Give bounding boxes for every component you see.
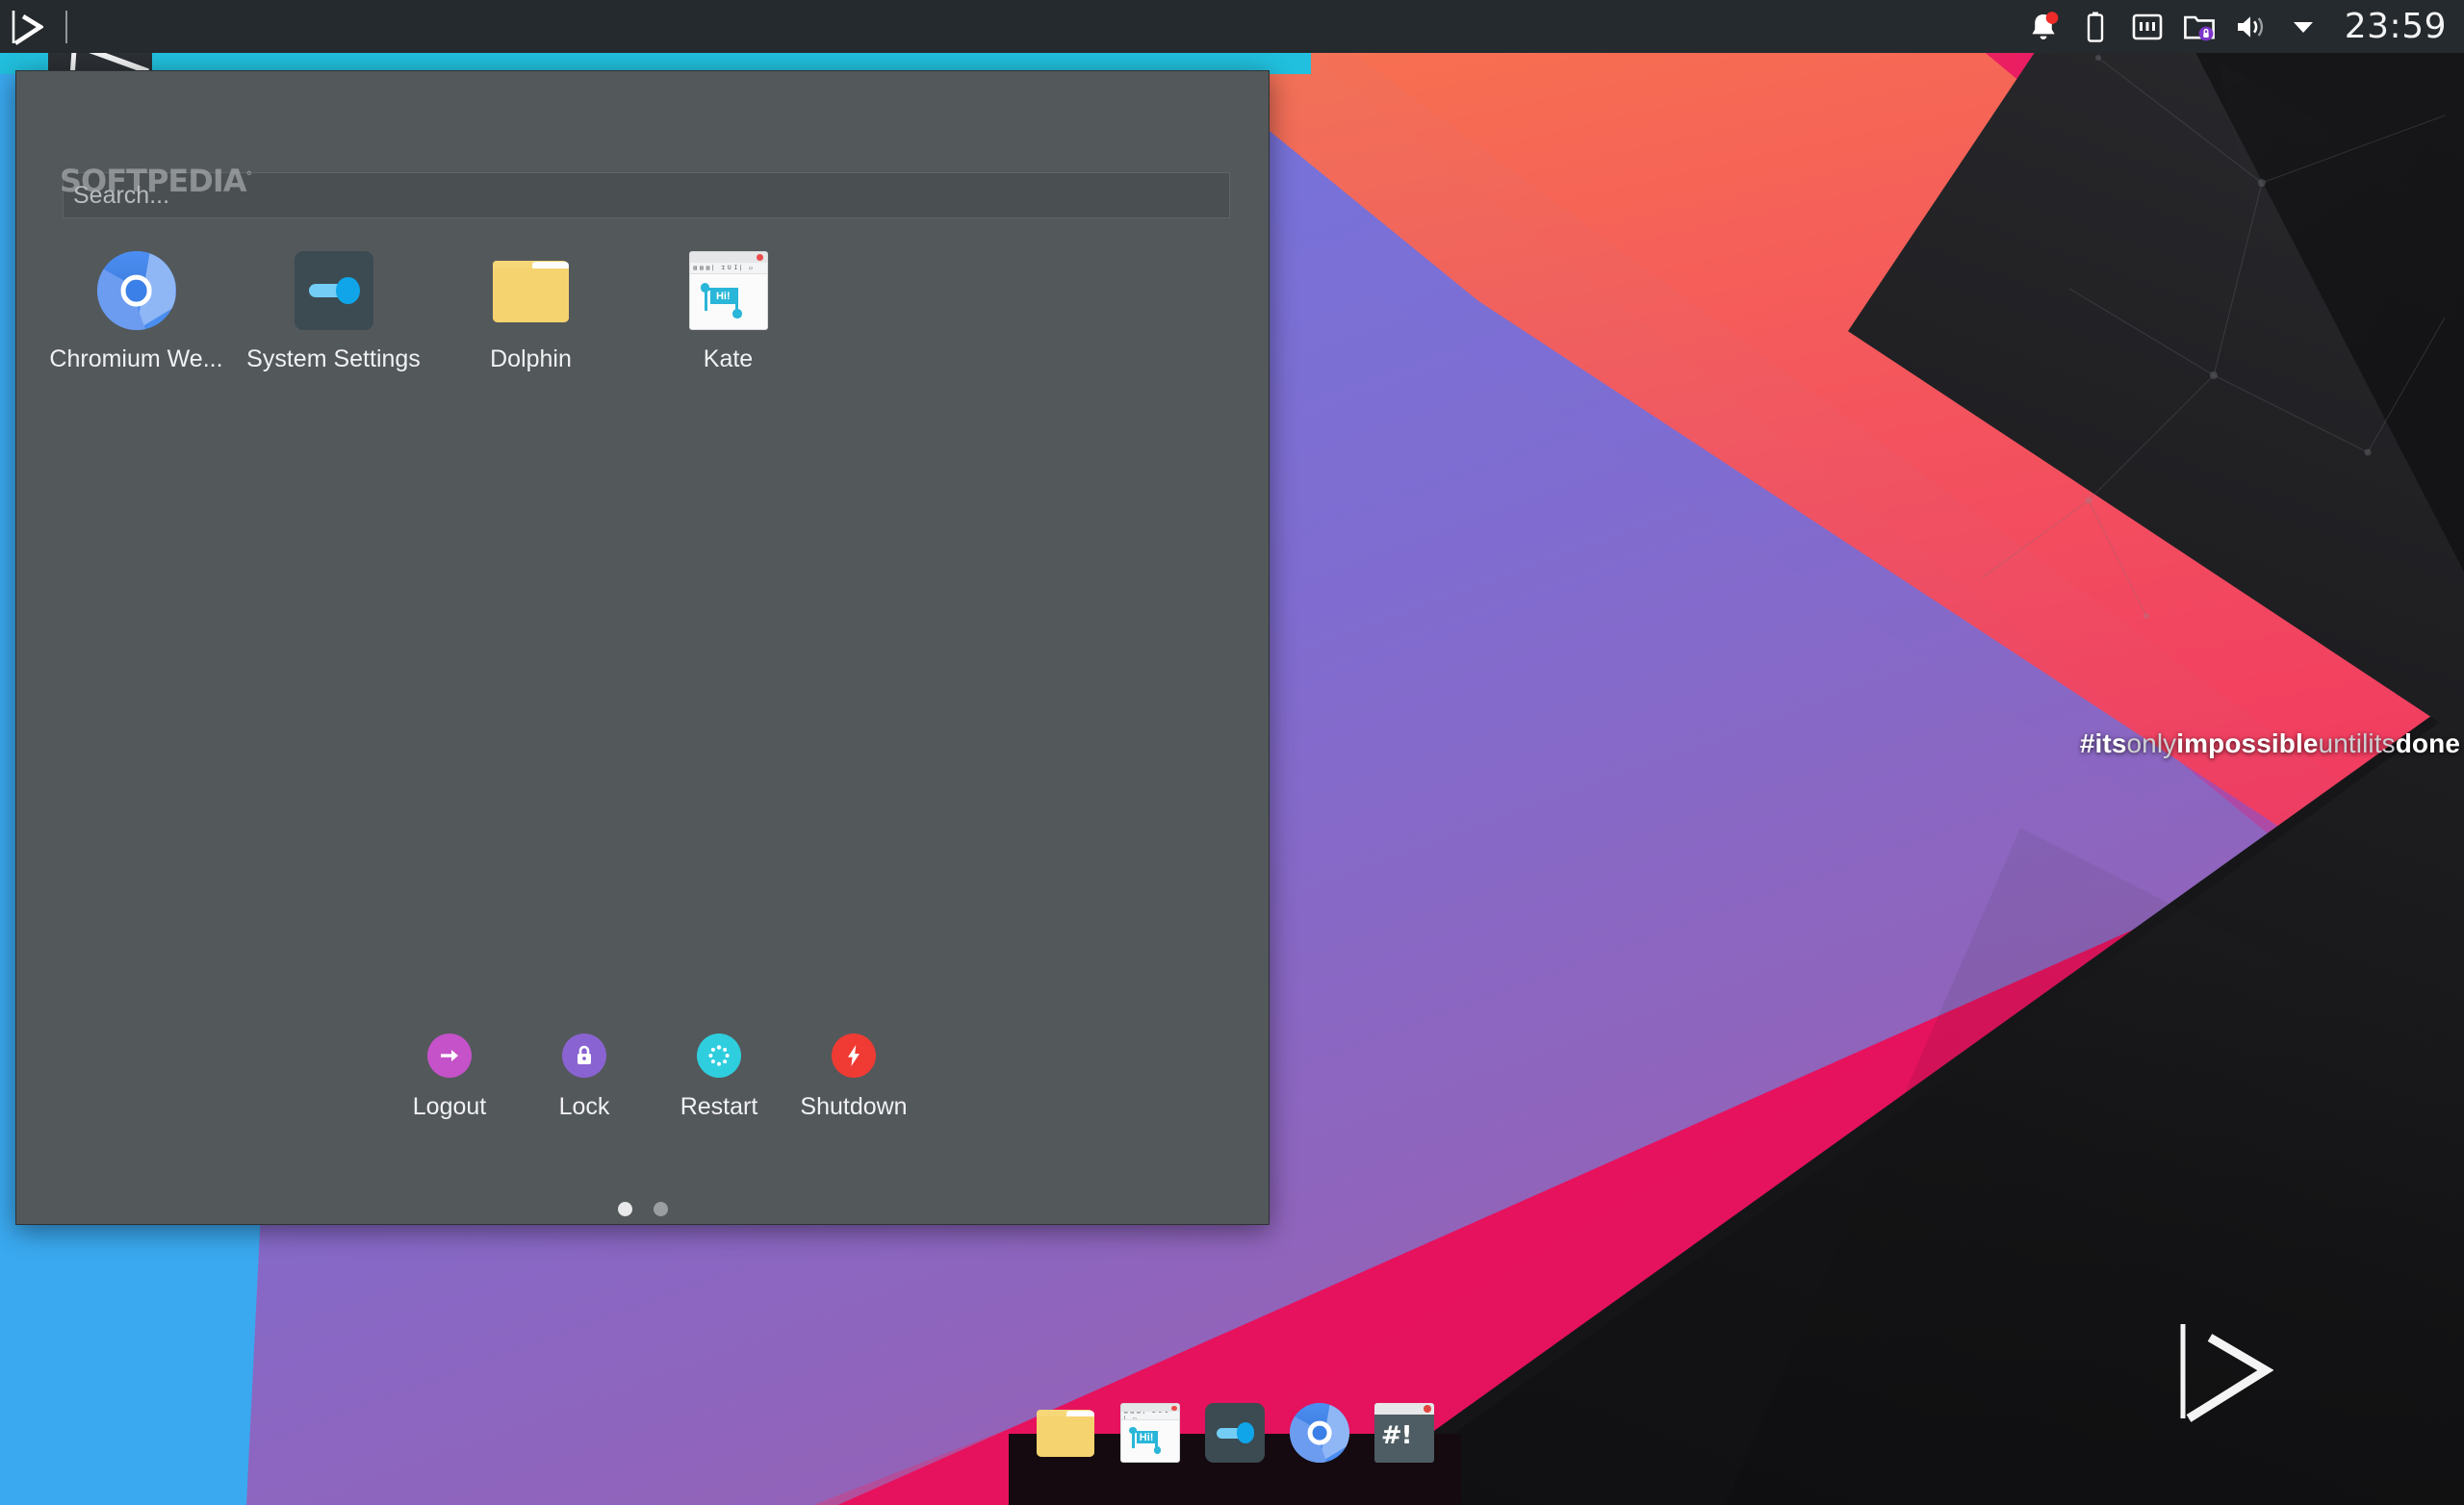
folder-front <box>1037 1416 1094 1457</box>
restart-spinner-icon <box>697 1033 741 1078</box>
dock-item-dolphin[interactable] <box>1036 1403 1095 1463</box>
session-action-label: Shutdown <box>800 1093 908 1120</box>
session-action-row: Logout Lock Restart Shutdown <box>382 1033 921 1121</box>
app-label: Dolphin <box>490 345 572 372</box>
session-action-lock[interactable]: Lock <box>517 1033 652 1121</box>
folder-lock-icon[interactable] <box>2183 10 2216 44</box>
lock-padlock-icon <box>562 1033 606 1078</box>
tray-expand-chevron-down-icon[interactable] <box>2287 10 2320 44</box>
top-panel: 23:59 <box>0 0 2464 53</box>
chromium-center-ring <box>120 274 152 307</box>
notification-bell-icon[interactable] <box>2027 10 2060 44</box>
wallpaper-play-triangle-outline-icon <box>2180 1324 2273 1422</box>
toggle-knob <box>1236 1422 1255 1443</box>
session-action-restart[interactable]: Restart <box>652 1033 786 1121</box>
kate-titlebar <box>689 252 767 264</box>
dock-panel: ▤ ▤ ▤ ⎸ ⌶ U I ⎸ ▭ Hi! #! <box>1009 1403 1461 1505</box>
page-dot[interactable] <box>653 1202 668 1216</box>
terminal-shebang-icon: #! <box>1380 1420 1413 1450</box>
battery-icon[interactable] <box>2079 10 2112 44</box>
kate-close-dot <box>1171 1405 1177 1411</box>
system-tray: 23:59 <box>2027 0 2464 53</box>
system-settings-toggle-icon <box>294 251 373 330</box>
session-action-logout[interactable]: Logout <box>382 1033 517 1121</box>
kate-hi-label: Hi! <box>1137 1431 1156 1443</box>
dock-item-chromium[interactable] <box>1290 1403 1349 1463</box>
launcher-page-indicator <box>16 1202 1269 1216</box>
shutdown-bolt-icon <box>832 1033 876 1078</box>
session-action-label: Logout <box>412 1093 487 1120</box>
app-label: System Settings <box>246 345 421 372</box>
application-launcher-panel: SOFTPEDIA° Chromium We... System Setting… <box>15 70 1270 1225</box>
dock-item-system-settings[interactable] <box>1205 1403 1265 1463</box>
page-dot-active[interactable] <box>617 1202 632 1216</box>
dock-item-terminal[interactable]: #! <box>1374 1403 1434 1463</box>
slogan-segment-5: done <box>2395 728 2460 758</box>
dock-item-kate[interactable]: ▤ ▤ ▤ ⎸ ⌶ U I ⎸ ▭ Hi! <box>1120 1403 1180 1463</box>
search-field-wrapper[interactable] <box>63 172 1230 218</box>
kate-close-dot <box>757 254 764 262</box>
session-action-shutdown[interactable]: Shutdown <box>786 1033 921 1121</box>
kate-editor-icon: ▤ ▤ ▤ ⎸ ⌶ U I ⎸ ▭ Hi! <box>688 251 768 330</box>
application-menu-play-triangle-outline-icon[interactable] <box>0 0 54 53</box>
chromium-browser-icon <box>96 251 176 330</box>
app-label: Chromium We... <box>49 345 223 372</box>
kate-titlebar <box>1121 1404 1179 1413</box>
terminal-titlebar <box>1374 1403 1434 1416</box>
app-item-dolphin[interactable]: Dolphin <box>432 240 629 373</box>
session-action-label: Lock <box>558 1093 610 1120</box>
clock[interactable]: 23:59 <box>2345 7 2447 46</box>
folder-icon <box>492 251 571 330</box>
kate-hi-label: Hi! <box>710 289 736 305</box>
app-item-chromium[interactable]: Chromium We... <box>38 240 235 373</box>
network-ethernet-icon[interactable] <box>2131 10 2164 44</box>
search-input[interactable] <box>64 173 1229 217</box>
kate-line-vertical <box>1132 1430 1135 1448</box>
app-label: Kate <box>703 345 754 372</box>
top-panel-separator <box>65 10 67 43</box>
folder-front <box>493 268 569 322</box>
app-item-kate[interactable]: ▤ ▤ ▤ ⎸ ⌶ U I ⎸ ▭ Hi! Kate <box>629 240 827 373</box>
toggle-knob <box>335 277 360 304</box>
slogan-segment-3: impossible <box>2176 728 2319 758</box>
kate-line-vertical <box>704 287 707 311</box>
application-grid: Chromium We... System Settings Dolphin ▤… <box>38 240 1250 373</box>
kate-toolbar: ▤ ▤ ▤ ⎸ ⌶ U I ⎸ ▭ <box>1121 1412 1179 1421</box>
folder-paper <box>1066 1411 1094 1416</box>
folder-paper <box>532 261 569 269</box>
volume-speaker-icon[interactable] <box>2235 10 2268 44</box>
top-panel-left <box>0 0 67 53</box>
logout-arrow-icon <box>427 1033 472 1078</box>
app-item-system-settings[interactable]: System Settings <box>235 240 432 373</box>
chromium-center-ring <box>1307 1420 1332 1445</box>
kate-toolbar: ▤ ▤ ▤ ⎸ ⌶ U I ⎸ ▭ <box>689 263 767 275</box>
session-action-label: Restart <box>680 1093 758 1120</box>
wallpaper-slogan-text: #itsonlyimpossibleuntilitsdone <box>2080 728 2460 759</box>
terminal-close-dot <box>1424 1405 1431 1414</box>
slogan-segment-1: #its <box>2079 728 2127 758</box>
slogan-segment-4: untilits <box>2318 728 2396 758</box>
slogan-segment-2: only <box>2126 728 2177 758</box>
